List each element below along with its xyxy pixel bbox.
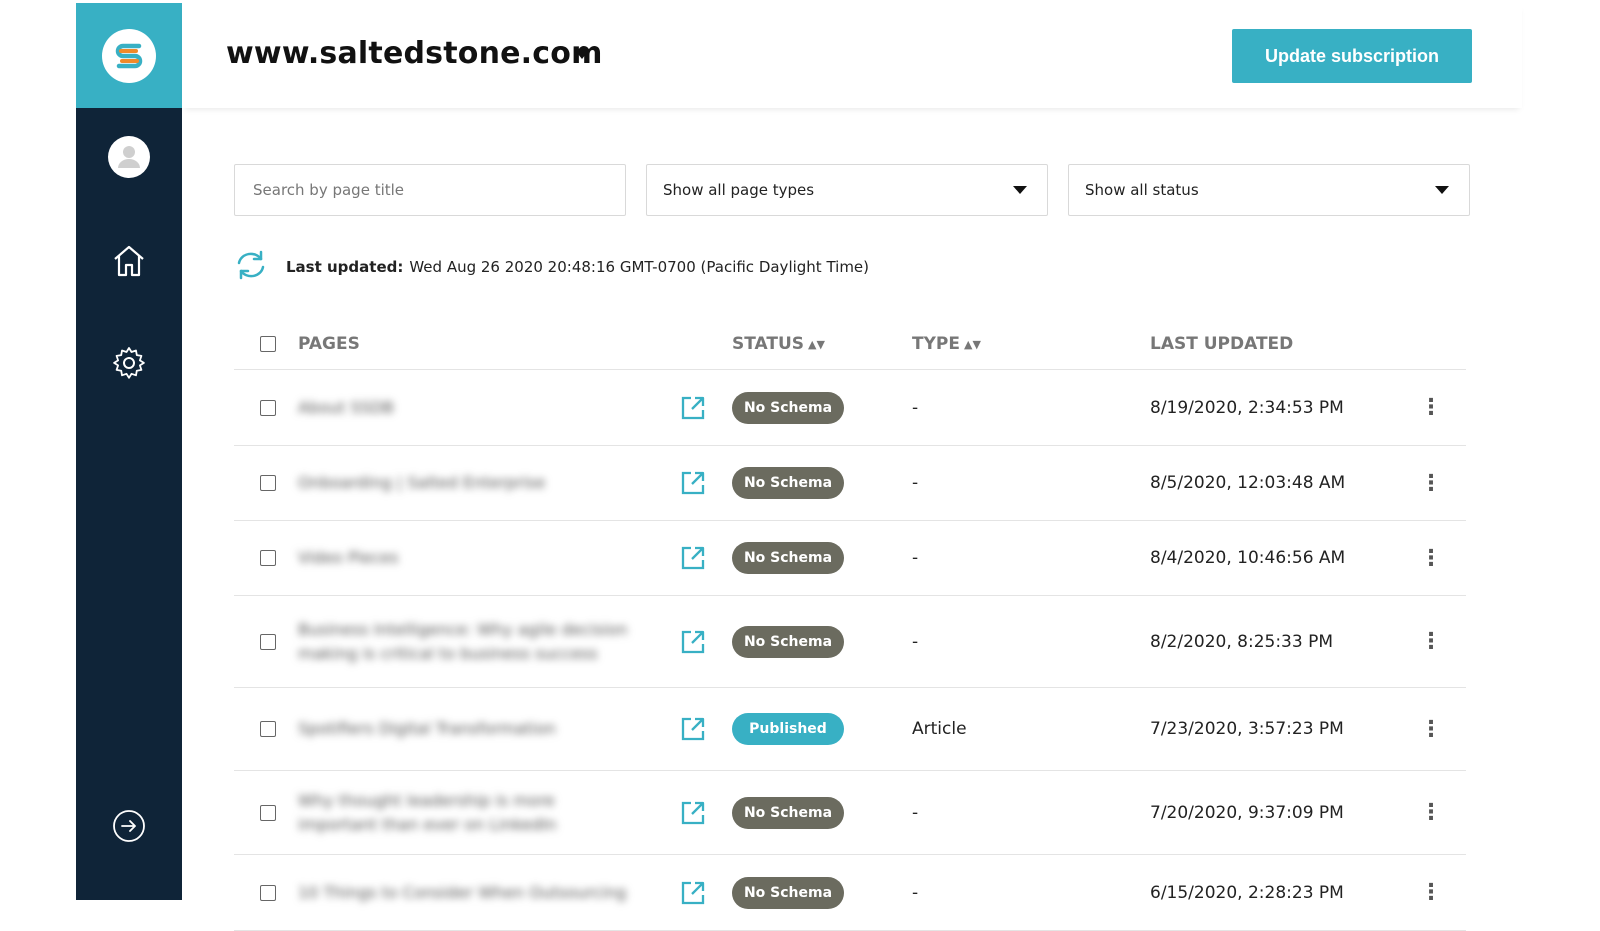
col-status-label: STATUS <box>732 334 805 354</box>
more-options-icon[interactable]: ⋮ <box>1420 546 1442 571</box>
row-checkbox[interactable] <box>260 721 276 737</box>
col-type-label: TYPE <box>912 334 960 354</box>
row-type: - <box>912 882 919 903</box>
col-type[interactable]: TYPE ▲▼ <box>912 318 981 370</box>
page-title[interactable]: About SSDB <box>298 396 638 420</box>
logo-area[interactable] <box>76 3 182 108</box>
page-title[interactable]: Business Intelligence: Why agile decisio… <box>298 618 638 666</box>
more-options-icon[interactable]: ⋮ <box>1420 800 1442 825</box>
table-row: Spotifiers Digital Transformation Publish… <box>234 688 1466 771</box>
refresh-icon[interactable] <box>234 250 268 284</box>
row-last-updated: 8/2/2020, 8:25:33 PM <box>1150 631 1334 652</box>
page-title[interactable]: Spotifiers Digital Transformation <box>298 717 638 741</box>
table-row: 10 Things to Consider When Outsourcing No… <box>234 855 1466 931</box>
table-row: Business Intelligence: Why agile decisio… <box>234 596 1466 688</box>
row-type: - <box>912 548 919 568</box>
page-title[interactable]: Video Pieces <box>298 546 638 570</box>
more-options-icon[interactable]: ⋮ <box>1420 717 1442 742</box>
sort-icon: ▲▼ <box>808 337 825 351</box>
status-badge: No Schema <box>732 625 844 658</box>
row-last-updated: 7/20/2020, 9:37:09 PM <box>1150 802 1344 823</box>
status-badge: No Schema <box>732 542 844 574</box>
external-link-icon[interactable] <box>680 370 706 445</box>
row-checkbox[interactable] <box>260 399 276 416</box>
gear-icon[interactable] <box>76 345 182 381</box>
row-checkbox[interactable] <box>260 884 276 901</box>
sidebar <box>76 3 182 900</box>
row-last-updated: 6/15/2020, 2:28:23 PM <box>1150 882 1344 903</box>
page-title[interactable]: 10 Things to Consider When Outsourcing <box>298 881 638 905</box>
status-badge: Published <box>732 713 844 745</box>
external-link-icon[interactable] <box>680 596 706 687</box>
user-avatar-icon[interactable] <box>76 135 182 179</box>
last-updated-label: Last updated: <box>286 258 404 276</box>
more-options-icon[interactable]: ⋮ <box>1420 880 1442 905</box>
sort-icon: ▲▼ <box>963 337 981 351</box>
row-last-updated: 8/5/2020, 12:03:48 AM <box>1150 473 1346 493</box>
last-updated-value: Wed Aug 26 2020 20:48:16 GMT-0700 (Pacif… <box>409 258 870 276</box>
row-checkbox[interactable] <box>260 633 276 650</box>
top-header: www.saltedstone.com Update subscription <box>182 3 1522 108</box>
row-checkbox[interactable] <box>260 804 276 821</box>
caret-down-icon[interactable] <box>574 49 590 59</box>
row-last-updated: 7/23/2020, 3:57:23 PM <box>1150 719 1344 739</box>
table-row: Why thought leadership is more important… <box>234 771 1466 855</box>
table-header: PAGES STATUS ▲▼ TYPE ▲▼ LAST UPDATED <box>234 318 1466 370</box>
logout-arrow-icon[interactable] <box>76 809 182 843</box>
row-last-updated: 8/4/2020, 10:46:56 AM <box>1150 548 1346 568</box>
table-row: Onboarding | Salted Enterprise No Schema -… <box>234 446 1466 521</box>
row-type: - <box>912 397 919 418</box>
status-badge: No Schema <box>732 876 844 909</box>
external-link-icon[interactable] <box>680 771 706 854</box>
select-all-checkbox[interactable] <box>260 336 276 352</box>
page-title[interactable]: Onboarding | Salted Enterprise <box>298 471 638 495</box>
site-selector-title[interactable]: www.saltedstone.com <box>226 36 603 71</box>
row-type: Article <box>912 719 967 739</box>
page-title[interactable]: Why thought leadership is more important… <box>298 789 638 837</box>
more-options-icon[interactable]: ⋮ <box>1420 395 1442 420</box>
row-checkbox[interactable] <box>260 475 276 491</box>
caret-down-icon <box>1013 186 1027 194</box>
update-subscription-button[interactable]: Update subscription <box>1232 29 1472 83</box>
status-selected: Show all status <box>1085 181 1199 199</box>
row-type: - <box>912 802 919 823</box>
more-options-icon[interactable]: ⋮ <box>1420 471 1442 496</box>
col-pages: PAGES <box>298 334 360 354</box>
page-types-dropdown[interactable]: Show all page types <box>646 164 1048 216</box>
col-last-updated: LAST UPDATED <box>1150 334 1294 354</box>
search-input[interactable] <box>251 180 609 200</box>
status-dropdown[interactable]: Show all status <box>1068 164 1470 216</box>
last-updated-bar: Last updated: Wed Aug 26 2020 20:48:16 G… <box>234 250 870 284</box>
s-logo-icon <box>102 28 156 83</box>
row-type: - <box>912 631 919 652</box>
external-link-icon[interactable] <box>680 688 706 770</box>
caret-down-icon <box>1435 186 1449 194</box>
external-link-icon[interactable] <box>680 521 706 595</box>
table-row: About SSDB No Schema - 8/19/2020, 2:34:53 P… <box>234 370 1466 446</box>
home-icon[interactable] <box>76 243 182 279</box>
row-last-updated: 8/19/2020, 2:34:53 PM <box>1150 397 1344 418</box>
search-field[interactable] <box>234 164 626 216</box>
col-status[interactable]: STATUS ▲▼ <box>732 318 825 370</box>
external-link-icon[interactable] <box>680 446 706 520</box>
status-badge: No Schema <box>732 391 844 424</box>
more-options-icon[interactable]: ⋮ <box>1420 629 1442 654</box>
row-type: - <box>912 473 919 493</box>
row-checkbox[interactable] <box>260 550 276 566</box>
table-row: Video Pieces No Schema - 8/4/2020, 10:46:56… <box>234 521 1466 596</box>
status-badge: No Schema <box>732 796 844 829</box>
status-badge: No Schema <box>732 467 844 499</box>
page-types-selected: Show all page types <box>663 181 815 199</box>
external-link-icon[interactable] <box>680 855 706 930</box>
